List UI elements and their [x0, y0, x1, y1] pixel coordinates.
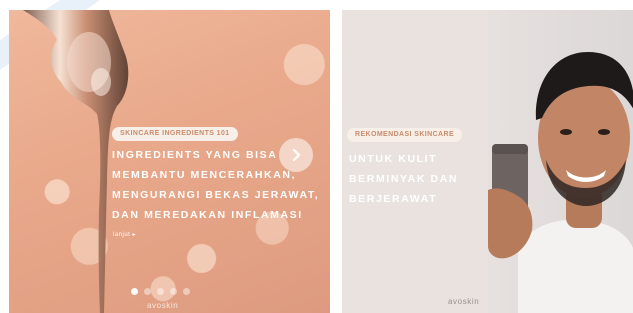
- read-more-link[interactable]: lanjut ▸: [113, 231, 136, 238]
- chevron-right-icon: [292, 148, 301, 162]
- slide-badge: REKOMENDASI SKINCARE: [347, 128, 463, 142]
- next-slide-button[interactable]: [279, 138, 313, 172]
- brand-watermark: avoskin: [448, 297, 480, 306]
- carousel-slide-ingredients[interactable]: SKINCARE INGREDIENTS 101 INGREDIENTS YAN…: [9, 10, 330, 313]
- carousel-dot[interactable]: [170, 288, 177, 295]
- slide-badge: SKINCARE INGREDIENTS 101: [112, 127, 238, 141]
- brand-watermark: avoskin: [147, 301, 179, 310]
- carousel-dot[interactable]: [183, 288, 190, 295]
- carousel-dot[interactable]: [157, 288, 164, 295]
- slide-headline: UNTUK KULIT BERMINYAK DAN BERJERAWAT: [349, 153, 459, 205]
- carousel-dot[interactable]: [144, 288, 151, 295]
- carousel-slide-recommendation[interactable]: REKOMENDASI SKINCARE UNTUK KULIT BERMINY…: [342, 10, 633, 313]
- carousel-dot[interactable]: [131, 288, 138, 295]
- model-photo: [488, 10, 633, 313]
- man-holding-product-image: [488, 52, 633, 313]
- carousel-dots: [131, 288, 190, 295]
